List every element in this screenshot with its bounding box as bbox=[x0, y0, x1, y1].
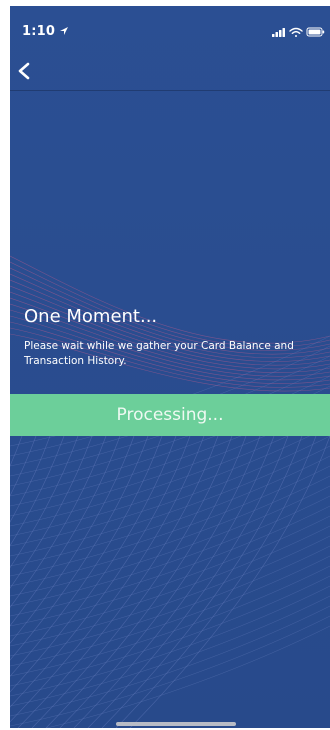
signal-icon bbox=[272, 28, 285, 37]
wifi-icon bbox=[289, 27, 303, 37]
location-arrow-icon bbox=[60, 27, 68, 35]
back-button[interactable] bbox=[12, 56, 38, 86]
loading-message: Please wait while we gather your Card Ba… bbox=[24, 340, 294, 367]
chevron-left-icon bbox=[18, 62, 30, 80]
status-icons bbox=[272, 27, 325, 37]
phone-screen: 1:10 One Moment... Please wait while we … bbox=[10, 6, 330, 728]
status-time: 1:10 bbox=[22, 24, 56, 39]
page-title: One Moment... bbox=[24, 306, 158, 327]
battery-icon bbox=[306, 27, 325, 37]
status-bar: 1:10 bbox=[10, 6, 330, 50]
processing-bar: Processing... bbox=[10, 394, 330, 436]
navigation-bar bbox=[10, 50, 330, 91]
home-indicator bbox=[116, 722, 236, 726]
processing-label: Processing... bbox=[116, 405, 224, 425]
